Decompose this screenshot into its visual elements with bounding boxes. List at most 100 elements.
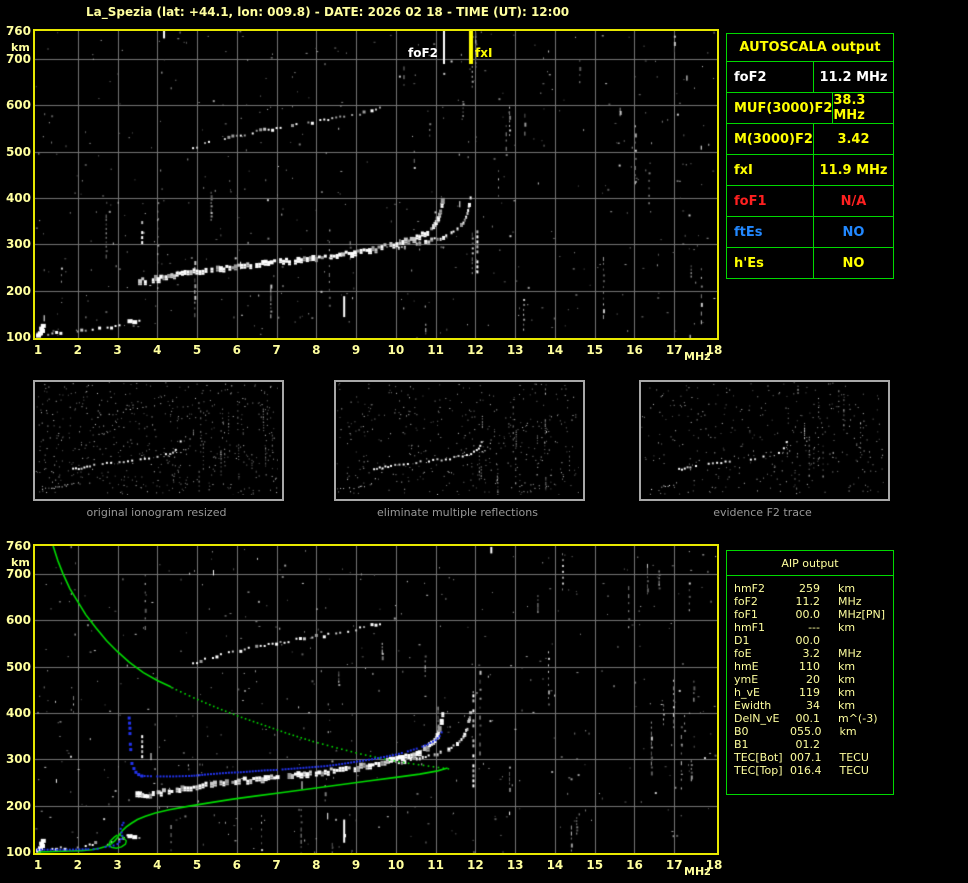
parameter-name: foF2	[727, 62, 814, 92]
x-axis-tick-label: 13	[506, 343, 524, 357]
thumbnail-canvas-original	[35, 382, 278, 495]
parameter-value: 11.2	[795, 595, 821, 608]
parameter-value: 11.9 MHz	[819, 162, 888, 178]
x-axis-tick-label: 5	[192, 343, 202, 357]
parameter-unit: km	[838, 621, 856, 634]
x-axis-tick-label: 8	[312, 858, 321, 872]
parameter-name: fxI	[727, 155, 814, 185]
y-axis-tick-label: 100	[5, 330, 31, 344]
thumbnail-canvas-evidence	[641, 382, 884, 495]
parameter-name: hmF1	[734, 621, 766, 634]
x-axis-tick-label: 17	[665, 858, 683, 872]
fxi-marker-label: fxI	[475, 46, 493, 60]
parameter-flag	[883, 660, 887, 673]
x-axis-tick-label: 5	[192, 858, 202, 872]
parameter-name: foF1	[727, 186, 814, 216]
parameter-unit: km	[839, 725, 857, 738]
parameter-unit: km	[838, 660, 856, 673]
x-axis-tick-label: 16	[626, 343, 643, 357]
aip-row-hmf2: hmF2 259 km	[734, 582, 887, 595]
main-ionogram-canvas	[35, 31, 717, 338]
x-axis-tick-label: 6	[232, 858, 241, 872]
autoscala-row-m-3000-f2: M(3000)F2 3.42	[727, 123, 893, 154]
x-axis-tick-label: 7	[272, 858, 281, 872]
aip-table-header: AIP output	[727, 551, 893, 576]
parameter-flag	[883, 686, 887, 699]
parameter-value: ---	[808, 621, 820, 634]
station-title: La_Spezia (lat: +44.1, lon: 009.8) - DAT…	[86, 5, 570, 19]
parameter-value: 110	[799, 660, 820, 673]
x-axis-unit-label: MHz	[684, 865, 711, 878]
autoscala-row-ftes: ftEs NO	[727, 216, 893, 247]
parameter-value: 20	[806, 673, 820, 686]
aip-row-h-ve: h_vE 119 km	[734, 686, 887, 699]
parameter-unit: TECU	[839, 764, 869, 777]
x-axis-tick-label: 17	[665, 343, 683, 357]
parameter-flag	[883, 725, 887, 738]
parameter-unit	[820, 634, 838, 647]
y-axis-tick-label: 600	[5, 98, 31, 113]
parameter-value: 259	[799, 582, 820, 595]
parameter-name: ftEs	[727, 217, 814, 247]
parameter-flag	[883, 634, 887, 647]
x-axis-tick-label: 16	[626, 858, 643, 872]
autoscala-row-h-es: h'Es NO	[727, 247, 893, 278]
parameter-name: D1	[734, 634, 750, 647]
y-axis-tick-label: 500	[5, 144, 31, 159]
parameter-value: 00.1	[795, 712, 821, 725]
parameter-name: TEC[Top]	[734, 764, 783, 777]
aip-row-tec-top-: TEC[Top] 016.4 TECU	[734, 764, 887, 777]
x-axis-tick-label: 3	[113, 858, 122, 872]
parameter-unit: MHz	[838, 595, 862, 608]
y-axis-tick-label: 760	[5, 539, 31, 553]
aip-row-foe: foE 3.2 MHz	[734, 647, 887, 660]
parameter-name: h_vE	[734, 686, 760, 699]
parameter-value: 11.2 MHz	[819, 69, 888, 85]
parameter-flag	[883, 738, 887, 751]
parameter-flag	[883, 595, 887, 608]
aip-row-fof1: foF1 00.0 MHz [PN]	[734, 608, 887, 621]
parameter-unit: km	[838, 673, 856, 686]
parameter-flag	[883, 673, 887, 686]
y-axis-unit-label: km	[11, 41, 30, 54]
parameter-unit: km	[838, 686, 856, 699]
x-axis-tick-label: 1	[33, 343, 43, 357]
parameter-unit: TECU	[839, 751, 869, 764]
y-axis-unit-label: km	[11, 556, 30, 569]
aip-row-ewidth: Ewidth 34 km	[734, 699, 887, 712]
parameter-name: B1	[734, 738, 749, 751]
y-axis-tick-label: 400	[5, 190, 31, 205]
parameter-value: NO	[842, 255, 865, 271]
parameter-value: 34	[806, 699, 820, 712]
parameter-name: ymE	[734, 673, 759, 686]
x-axis-tick-label: 2	[73, 858, 82, 872]
thumbnail-caption-eliminate: eliminate multiple reflections	[377, 506, 538, 519]
parameter-name: MUF(3000)F2	[727, 93, 834, 123]
autoscala-app-window: La_Spezia (lat: +44.1, lon: 009.8) - DAT…	[0, 0, 968, 883]
x-axis-tick-label: 14	[546, 858, 564, 872]
x-axis-tick-label: 12	[467, 343, 484, 357]
aip-row-b1: B1 01.2	[734, 738, 887, 751]
y-axis-tick-label: 300	[5, 752, 31, 767]
x-axis-tick-label: 12	[467, 858, 484, 872]
x-axis-tick-label: 15	[586, 858, 604, 872]
aip-output-table: AIP output hmF2 259 km foF2 11.2 MHz foF1 00.0 M…	[726, 550, 894, 795]
parameter-name: B0	[734, 725, 749, 738]
parameter-flag: [PN]	[861, 608, 885, 621]
x-axis-unit-label: MHz	[684, 350, 711, 363]
parameter-name: hmE	[734, 660, 759, 673]
y-axis-tick-label: 100	[5, 845, 31, 859]
aip-row-deln-ve: DelN_vE 00.1 m^(-3)	[734, 712, 887, 725]
parameter-value: 00.0	[795, 634, 821, 647]
thumbnail-caption-original: original ionogram resized	[86, 506, 227, 519]
x-axis-tick-label: 9	[351, 343, 361, 357]
y-axis-tick-label: 500	[5, 659, 31, 674]
x-axis-tick-label: 10	[387, 858, 405, 872]
x-axis-tick-label: 11	[427, 858, 444, 872]
parameter-unit: m^(-3)	[838, 712, 878, 725]
x-axis-tick-label: 6	[232, 343, 241, 357]
aip-row-hmf1: hmF1 --- km	[734, 621, 887, 634]
parameter-unit: MHz	[838, 608, 862, 621]
aip-row-hme: hmE 110 km	[734, 660, 887, 673]
x-axis-tick-label: 15	[586, 343, 604, 357]
